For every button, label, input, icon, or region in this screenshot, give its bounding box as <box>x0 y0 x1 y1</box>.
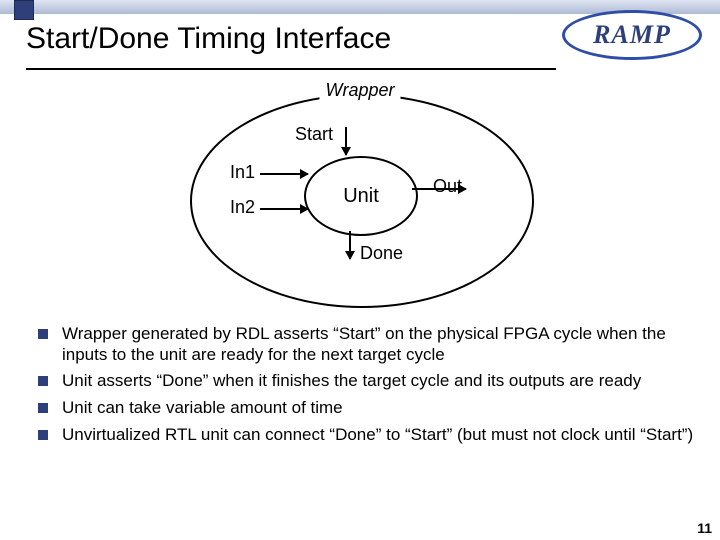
title-underline <box>26 68 556 70</box>
slide: RAMP Start/Done Timing Interface Wrapper… <box>0 0 720 540</box>
start-label: Start <box>295 124 333 145</box>
unit-label: Unit <box>343 185 379 208</box>
in1-label: In1 <box>230 162 255 183</box>
start-arrow <box>345 127 347 155</box>
in2-label: In2 <box>230 197 255 218</box>
in2-arrow <box>260 208 308 210</box>
out-arrow <box>412 188 466 190</box>
bullet-item: Unvirtualized RTL unit can connect “Done… <box>30 425 694 446</box>
unit-ellipse: Unit <box>304 156 418 236</box>
wrapper-label: Wrapper <box>319 80 400 101</box>
timing-diagram: Wrapper Start In1 In2 Out Done Unit <box>180 88 540 308</box>
done-label: Done <box>360 243 403 264</box>
bullet-list: Wrapper generated by RDL asserts “Start”… <box>30 324 694 452</box>
bullet-item: Unit can take variable amount of time <box>30 398 694 419</box>
in1-arrow <box>260 173 308 175</box>
page-number: 11 <box>697 520 712 536</box>
bullet-item: Wrapper generated by RDL asserts “Start”… <box>30 324 694 365</box>
top-bar-square <box>14 0 34 20</box>
ramp-logo: RAMP <box>562 10 702 60</box>
slide-title: Start/Done Timing Interface <box>26 22 391 56</box>
bullet-item: Unit asserts “Done” when it finishes the… <box>30 371 694 392</box>
done-arrow <box>349 231 351 259</box>
